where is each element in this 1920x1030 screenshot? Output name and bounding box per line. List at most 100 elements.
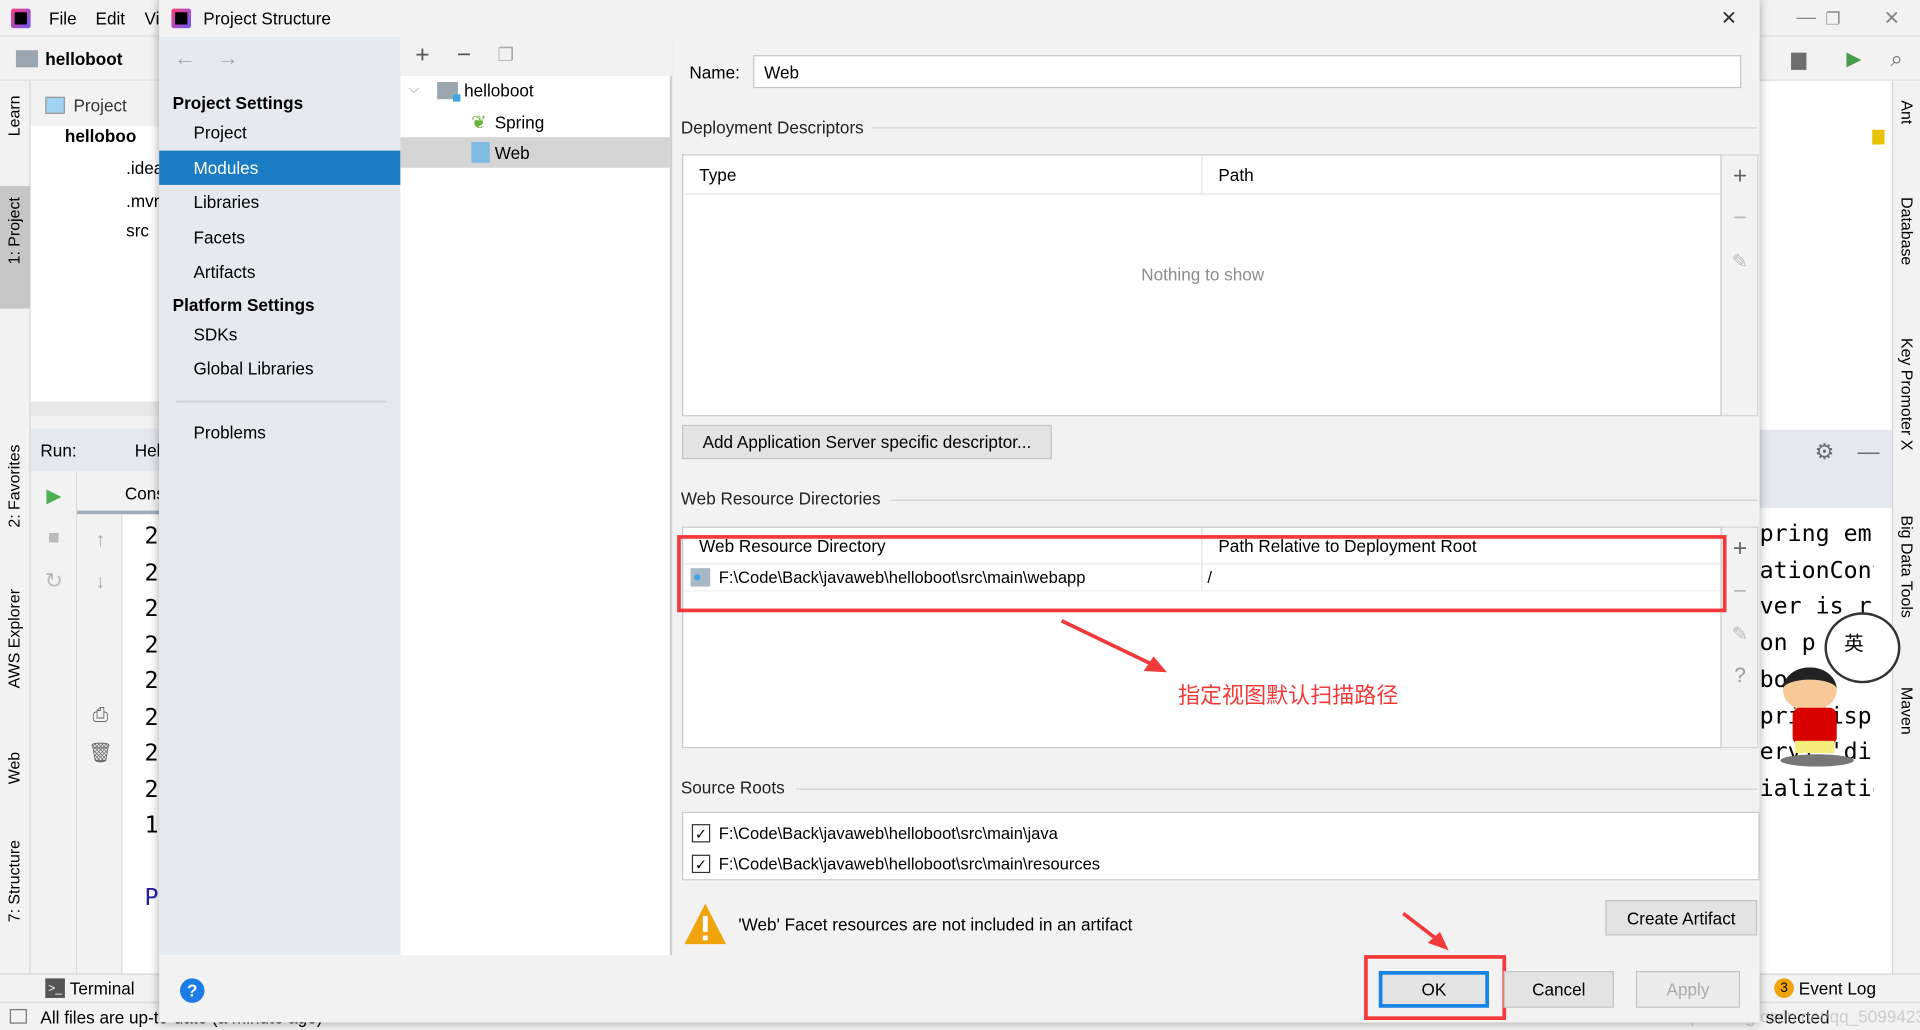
- scroll-down-icon[interactable]: ↓: [87, 571, 114, 595]
- ok-annotation-arrow-icon: [1402, 912, 1449, 951]
- add-web-resource-icon[interactable]: +: [1727, 534, 1754, 562]
- deployment-descriptors-heading: Deployment Descriptors: [680, 117, 864, 138]
- section-divider: [891, 499, 1758, 501]
- web-facet-icon: [471, 142, 490, 163]
- menu-view[interactable]: Vi: [144, 9, 159, 29]
- module-folder-icon: [437, 82, 461, 102]
- run-anything-icon[interactable]: ▶: [1840, 47, 1867, 71]
- nav-project[interactable]: Project: [159, 115, 400, 149]
- nav-modules[interactable]: Modules: [159, 150, 401, 185]
- edit-descriptor-icon[interactable]: ✎: [1727, 249, 1754, 276]
- edit-web-resource-icon[interactable]: ✎: [1727, 621, 1754, 648]
- spring-leaf-icon: ❦: [471, 112, 487, 134]
- add-descriptor-icon[interactable]: +: [1727, 162, 1754, 190]
- copy-icon[interactable]: ❐: [493, 43, 517, 67]
- rerun-icon[interactable]: ↻: [40, 568, 67, 592]
- project-structure-icon[interactable]: ▆: [1785, 47, 1812, 71]
- cancel-button[interactable]: Cancel: [1503, 971, 1614, 1008]
- nav-sdks[interactable]: SDKs: [159, 317, 400, 351]
- annotation-text: 指定视图默认扫描路径: [1177, 683, 1399, 708]
- print-icon[interactable]: ⎙: [87, 704, 114, 728]
- tree-item-idea[interactable]: .idea: [126, 158, 163, 178]
- deployment-descriptors-table: Type Path Nothing to show: [682, 154, 1722, 417]
- run-icon[interactable]: ▶: [40, 484, 67, 508]
- tree-item-src[interactable]: src: [126, 220, 149, 240]
- name-input[interactable]: [753, 55, 1742, 89]
- tool-ant[interactable]: Ant: [1898, 100, 1916, 124]
- tool-favorites[interactable]: 2: Favorites: [5, 444, 23, 527]
- help-button[interactable]: ?: [180, 978, 205, 1003]
- nav-facets[interactable]: Facets: [159, 220, 400, 254]
- source-root-checkbox-resources[interactable]: ✓: [691, 854, 711, 874]
- expand-chevron-icon[interactable]: ⌵: [405, 80, 422, 100]
- nav-libraries[interactable]: Libraries: [159, 185, 400, 219]
- add-server-descriptor-button[interactable]: Add Application Server specific descript…: [682, 424, 1052, 460]
- tool-project[interactable]: 1: Project: [5, 197, 23, 264]
- hide-panel-icon[interactable]: —: [1855, 438, 1882, 465]
- tree-module-helloboot[interactable]: helloboot: [464, 81, 534, 101]
- event-log-tab[interactable]: Event Log: [1799, 978, 1876, 998]
- nav-artifacts[interactable]: Artifacts: [159, 255, 400, 289]
- remove-descriptor-icon[interactable]: −: [1727, 204, 1754, 231]
- terminal-tab[interactable]: Terminal: [70, 978, 135, 998]
- create-artifact-button[interactable]: Create Artifact: [1605, 900, 1758, 936]
- restore-icon[interactable]: ❐: [1821, 6, 1845, 30]
- dialog-title-bar: Project Structure ✕: [159, 0, 1760, 37]
- tool-web[interactable]: Web: [5, 752, 23, 784]
- trash-icon[interactable]: 🗑: [87, 741, 114, 765]
- source-root-checkbox-java[interactable]: ✓: [691, 824, 711, 843]
- tree-item-mvn[interactable]: .mvn: [126, 191, 163, 211]
- annotation-highlight-box: [677, 535, 1727, 613]
- source-roots-list: ✓ F:\Code\Back\javaweb\helloboot\src\mai…: [682, 811, 1760, 881]
- intellij-logo-icon: [11, 8, 31, 29]
- project-structure-dialog: Project Structure ✕ ← → Project Settings…: [159, 0, 1760, 1023]
- col-path[interactable]: Path: [1218, 165, 1253, 185]
- project-view-selector[interactable]: Project: [73, 96, 126, 116]
- right-tool-strip: Ant Database Key Promoter X Big Data Too…: [1891, 80, 1920, 974]
- tool-database[interactable]: Database: [1898, 197, 1916, 265]
- menu-edit[interactable]: Edit: [96, 9, 126, 29]
- dialog-close-icon[interactable]: ✕: [1717, 6, 1741, 30]
- nav-global-libraries[interactable]: Global Libraries: [159, 351, 400, 385]
- run-tab[interactable]: Hel: [135, 441, 161, 461]
- warning-text: 'Web' Facet resources are not included i…: [738, 914, 1133, 935]
- name-label: Name:: [689, 62, 740, 83]
- tree-facet-web[interactable]: Web: [495, 143, 530, 163]
- ok-button[interactable]: OK: [1378, 971, 1489, 1008]
- project-panel: Project helloboo .idea .mvn src: [30, 80, 163, 417]
- minimize-icon[interactable]: —: [1794, 6, 1818, 30]
- remove-icon[interactable]: −: [452, 41, 476, 68]
- source-root-java: F:\Code\Back\javaweb\helloboot\src\main\…: [718, 824, 1058, 843]
- tool-key-promoter[interactable]: Key Promoter X: [1898, 338, 1916, 450]
- nav-problems[interactable]: Problems: [159, 415, 400, 449]
- status-toggle-icon[interactable]: [9, 1008, 27, 1024]
- console-left-text: 222222221P: [144, 522, 159, 912]
- section-divider: [871, 127, 1758, 129]
- tree-root[interactable]: helloboo: [65, 126, 136, 146]
- dialog-title: Project Structure: [203, 8, 331, 29]
- tool-learn[interactable]: Learn: [5, 96, 23, 137]
- tool-structure[interactable]: 7: Structure: [5, 840, 23, 922]
- event-log-count: 3: [1774, 978, 1794, 998]
- source-root-resources: F:\Code\Back\javaweb\helloboot\src\main\…: [718, 854, 1101, 874]
- tool-big-data[interactable]: Big Data Tools: [1898, 516, 1916, 618]
- tool-aws-explorer[interactable]: AWS Explorer: [5, 589, 23, 688]
- tree-facet-spring[interactable]: Spring: [495, 113, 545, 133]
- platform-settings-heading: Platform Settings: [172, 295, 315, 315]
- back-arrow-icon[interactable]: ←: [171, 44, 198, 71]
- close-window-icon[interactable]: ✕: [1880, 6, 1904, 30]
- settings-gear-icon[interactable]: ⚙: [1811, 438, 1838, 465]
- menu-file[interactable]: File: [49, 9, 77, 29]
- apply-button[interactable]: Apply: [1635, 971, 1741, 1008]
- help-question-icon[interactable]: ?: [1727, 662, 1754, 689]
- project-view-icon: [45, 96, 65, 114]
- add-icon[interactable]: +: [410, 41, 434, 68]
- search-icon[interactable]: ⌕: [1883, 46, 1910, 71]
- remove-web-resource-icon[interactable]: −: [1727, 577, 1754, 605]
- forward-arrow-icon[interactable]: →: [214, 44, 241, 71]
- stop-icon[interactable]: ■: [40, 527, 67, 551]
- col-type[interactable]: Type: [699, 165, 736, 185]
- annotation-arrow-icon: [1060, 619, 1167, 673]
- breadcrumb-helloboot[interactable]: helloboot: [45, 49, 122, 69]
- scroll-up-icon[interactable]: ↑: [87, 529, 114, 553]
